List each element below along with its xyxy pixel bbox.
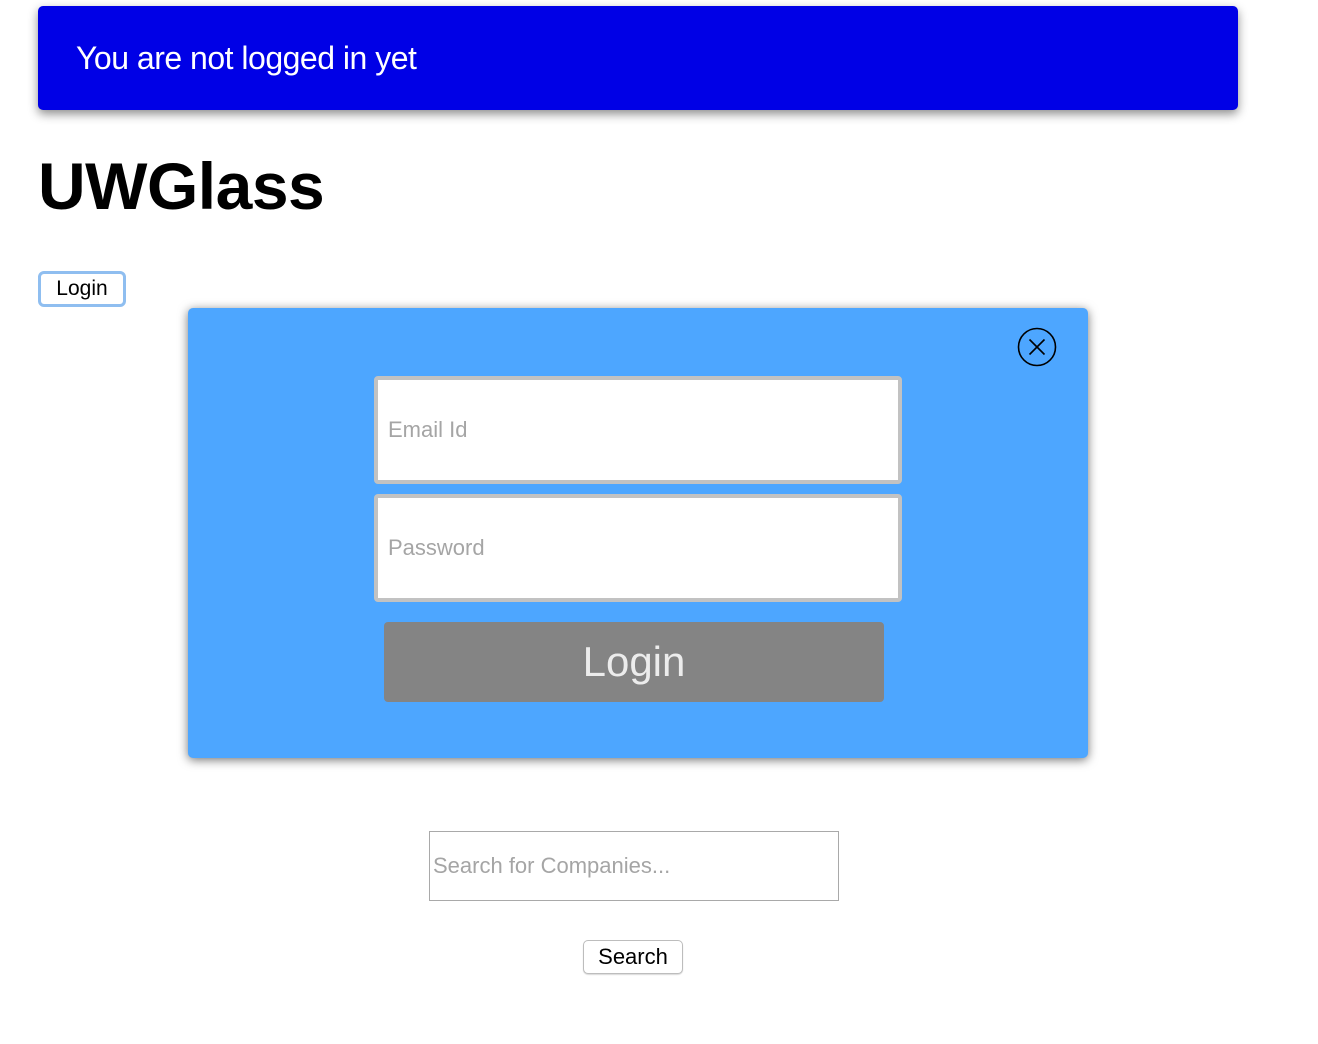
login-modal: Login [188,308,1088,758]
email-field[interactable] [374,376,902,484]
login-status-banner: You are not logged in yet [38,6,1238,110]
company-search-input[interactable] [429,831,839,901]
close-circle-icon [1017,327,1057,367]
submit-login-button[interactable]: Login [384,622,884,702]
open-login-button[interactable]: Login [38,271,126,307]
close-modal-button[interactable] [1017,327,1057,367]
search-button[interactable]: Search [583,940,683,974]
site-title: UWGlass [38,149,325,223]
password-field[interactable] [374,494,902,602]
page: You are not logged in yet UWGlass Login … [0,0,1318,1044]
login-status-message: You are not logged in yet [76,39,417,76]
